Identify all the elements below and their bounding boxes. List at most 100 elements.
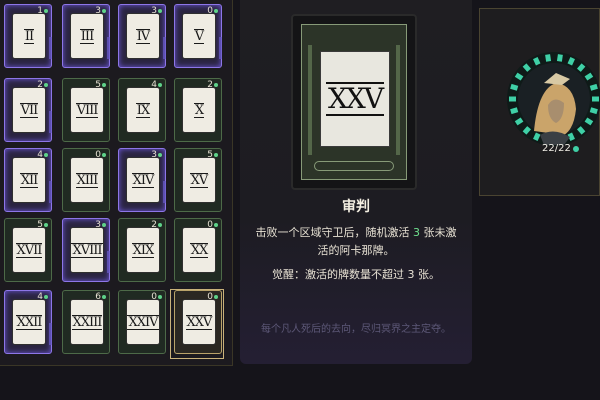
arcana-card-cost: 2 [207, 80, 218, 90]
arcana-card[interactable]: IV 3 [118, 4, 166, 68]
vine-ornament-left [308, 45, 312, 155]
arcana-card-cost: 4 [37, 150, 48, 160]
arcana-card-cost: 5 [207, 150, 218, 160]
arcana-card-numeral: V [193, 28, 204, 44]
arcana-card-numeral: XIV [131, 172, 155, 188]
health-ring-segment [576, 126, 586, 135]
arcana-card-numeral: III [79, 28, 94, 44]
arcana-card-face: XV [183, 158, 215, 202]
grasp-gem-icon [158, 223, 162, 227]
health-ring-segment [510, 107, 519, 115]
grasp-gem-icon [214, 295, 218, 299]
arcana-card[interactable]: V0 [174, 4, 222, 68]
arcana-card-face: XVII [13, 228, 45, 272]
grasp-gem-icon [44, 223, 48, 227]
arcana-card-numeral: VII [19, 102, 39, 118]
arcana-card-cost-value: 2 [151, 220, 157, 230]
health-ring-segment [514, 117, 524, 126]
arcana-card[interactable]: XIX 2 [118, 218, 166, 282]
arcana-card-cost-value: 5 [95, 80, 101, 90]
grasp-gem-icon [158, 9, 162, 13]
grasp-gem-icon [102, 9, 106, 13]
arcana-card-face: V [183, 14, 215, 58]
arcana-card-face: VIII [71, 88, 103, 132]
arcana-card-cost-value: 5 [37, 220, 43, 230]
arcana-card-cost-value: 4 [151, 80, 157, 90]
arcana-card[interactable]: XXII 4 [4, 290, 52, 354]
grasp-gem-icon [214, 9, 218, 13]
arcana-card[interactable]: XXV 0 [174, 290, 222, 354]
card-detail-panel: XXV 审判 击败一个区域守卫后，随机激活 3 张未激活的阿卡那牌。 觉醒：激活… [240, 0, 472, 364]
desc-text-1: 击败一个区域守卫后，随机激活 [255, 226, 410, 239]
arcana-card[interactable]: XIII 0 [62, 148, 110, 212]
arcana-card-face: XXIV [127, 300, 159, 344]
health-ring-segment [589, 83, 598, 91]
health-ring-segment [567, 57, 575, 66]
arcana-card-numeral: XX [189, 242, 209, 258]
arcana-card-cost: 3 [95, 6, 106, 16]
health-ring-segment [576, 63, 586, 72]
arcana-card-numeral: XXIV [127, 314, 159, 330]
arcana-card-face: XIX [127, 228, 159, 272]
health-ring-segment [514, 72, 524, 81]
arcana-card-numeral: VIII [75, 102, 99, 118]
grasp-gem-icon [102, 153, 106, 157]
arcana-card[interactable]: XXIV 0 [118, 290, 166, 354]
arcana-card-numeral: XVII [15, 242, 43, 258]
active-gem-strip-icon [163, 181, 166, 203]
arcana-card-cost-value: 2 [37, 80, 43, 90]
character-portrait-panel: 22/22 [479, 8, 600, 196]
arcana-card-face: X [183, 88, 215, 132]
arcana-card-face: XVIII [71, 228, 103, 272]
arcana-card[interactable]: III 3 [62, 4, 110, 68]
active-gem-strip-icon [107, 37, 110, 59]
grasp-gem-icon [214, 223, 218, 227]
arcana-card[interactable]: IX 4 [118, 78, 166, 142]
arcana-card[interactable]: XII 4 [4, 148, 52, 212]
grasp-gem-icon [44, 9, 48, 13]
health-ring-segment [589, 107, 598, 115]
arcana-card[interactable]: XX 0 [174, 218, 222, 282]
grasp-gem-icon [44, 83, 48, 87]
arcana-card[interactable]: VIII 5 [62, 78, 110, 142]
grasp-gem-icon [102, 83, 106, 87]
arcana-card-cost-value: 3 [95, 6, 101, 16]
arcana-card-cost-value: 6 [95, 292, 101, 302]
card-face: XXV [320, 51, 390, 147]
arcana-card[interactable]: VII 2 [4, 78, 52, 142]
arcana-card-numeral: XIX [131, 242, 155, 258]
arcana-card-cost-value: 2 [207, 80, 213, 90]
arcana-card-cost: 0 [95, 150, 106, 160]
selected-card-art: XXV [291, 14, 417, 190]
health-gem-icon [572, 145, 579, 152]
arcana-card-numeral: XXII [15, 314, 43, 330]
arcana-card-numeral: XVIII [71, 242, 103, 258]
arcana-card-face: II [13, 14, 45, 58]
arcana-card[interactable]: XVII 5 [4, 218, 52, 282]
active-gem-strip-icon [49, 181, 52, 203]
card-numeral: XXV [325, 82, 384, 116]
arcana-card-cost: 5 [37, 220, 48, 230]
arcana-card-numeral: XII [19, 172, 39, 188]
arcana-card-cost-value: 0 [95, 150, 101, 160]
arcana-card[interactable]: XIV 3 [118, 148, 166, 212]
grasp-gem-icon [158, 295, 162, 299]
arcana-card-cost: 4 [151, 80, 162, 90]
arcana-card-cost-value: 0 [207, 220, 213, 230]
arcana-card[interactable]: II 1 [4, 4, 52, 68]
arcana-card[interactable]: XXIII 6 [62, 290, 110, 354]
arcana-card-cost: 0 [207, 220, 218, 230]
arcana-card[interactable]: X2 [174, 78, 222, 142]
arcana-card[interactable]: XV 5 [174, 148, 222, 212]
grasp-gem-icon [158, 153, 162, 157]
arcana-card[interactable]: XVIII 3 [62, 218, 110, 282]
arcana-card-face: XIV [127, 158, 159, 202]
arcana-card-cost-value: 0 [207, 292, 213, 302]
grasp-gem-icon [44, 153, 48, 157]
arcana-card-numeral: II [23, 28, 34, 44]
arcana-card-face: XII [13, 158, 45, 202]
arcana-card-cost: 1 [37, 6, 48, 16]
grasp-gem-icon [102, 295, 106, 299]
health-ring-segment [545, 54, 552, 62]
health-ring-segment [522, 126, 532, 135]
